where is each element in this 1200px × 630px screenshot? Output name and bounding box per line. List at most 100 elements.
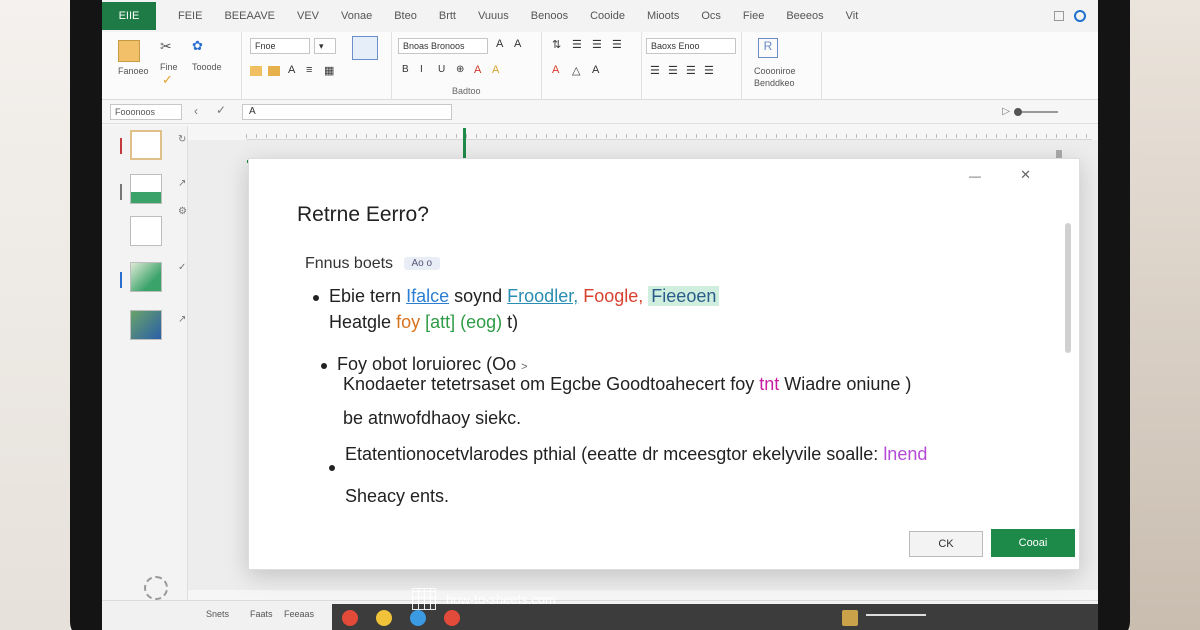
mail-icon[interactable] bbox=[410, 610, 426, 626]
highlight-icon[interactable] bbox=[250, 66, 262, 76]
ok-button[interactable]: CK bbox=[909, 531, 983, 557]
outline-icon[interactable]: ☰ bbox=[686, 64, 700, 77]
bullet-2-line-2: Knodaeter tetetrsaset om Egcbe Goodtoahe… bbox=[343, 371, 911, 397]
style-gallery-select[interactable]: Baoxs Enoo bbox=[646, 38, 736, 54]
bullet-1-text-b: soynd bbox=[454, 286, 503, 306]
indent-icon[interactable]: ☰ bbox=[572, 38, 586, 51]
bullet-dot-2 bbox=[321, 363, 327, 369]
watermark-text: how-to-sheets.com bbox=[446, 591, 556, 607]
slide-thumb-4[interactable] bbox=[130, 262, 162, 292]
font-size-select[interactable]: ▾ bbox=[314, 38, 336, 54]
background-right bbox=[1130, 0, 1200, 630]
paste-icon[interactable] bbox=[118, 40, 140, 62]
align-center-icon[interactable]: ☰ bbox=[592, 38, 606, 51]
formula-bar: Fooonoos ‹ ✓ A ▷ bbox=[102, 100, 1098, 124]
alert-a-icon[interactable]: A bbox=[552, 64, 566, 76]
help-icon[interactable] bbox=[144, 576, 168, 600]
files-icon[interactable] bbox=[376, 610, 392, 626]
spacing-icon[interactable]: ☰ bbox=[704, 64, 718, 77]
tab-ocs[interactable]: Ocs bbox=[701, 10, 721, 22]
slide-expand-icon[interactable]: ↻ bbox=[178, 134, 186, 145]
slide-link-icon[interactable]: ↗ bbox=[178, 314, 186, 325]
sheet-tab-1[interactable]: Snets bbox=[206, 609, 229, 619]
text-clear-icon[interactable]: ≡ bbox=[306, 64, 320, 76]
tab-vit[interactable]: Vit bbox=[846, 10, 859, 22]
bullet-1-link-c[interactable]: Foogle, bbox=[583, 286, 643, 306]
font-color-icon[interactable]: A bbox=[474, 64, 488, 76]
tab-tools[interactable]: Benoos bbox=[531, 10, 568, 22]
underline-icon[interactable]: U bbox=[438, 64, 452, 76]
strike-icon[interactable]: ⊕ bbox=[456, 64, 470, 76]
tab-macros[interactable]: Mioots bbox=[647, 10, 679, 22]
list-numbers-icon[interactable]: ☰ bbox=[668, 64, 682, 77]
text-effects-icon[interactable]: A bbox=[592, 64, 606, 76]
name-box[interactable]: Fooonoos bbox=[110, 104, 182, 120]
slide-thumb-3[interactable] bbox=[130, 216, 162, 246]
zoom-minus-icon[interactable]: ▷ bbox=[1002, 106, 1010, 117]
font-grow-icon[interactable]: A bbox=[496, 38, 510, 50]
chrome-icon[interactable] bbox=[342, 610, 358, 626]
tab-boxes[interactable]: Beeeos bbox=[786, 10, 823, 22]
slide-thumb-2[interactable] bbox=[130, 174, 162, 204]
italic-icon[interactable]: I bbox=[420, 64, 434, 76]
tab-view[interactable]: VEV bbox=[297, 10, 319, 22]
bold-icon[interactable]: B bbox=[402, 64, 416, 76]
browser-icon[interactable] bbox=[444, 610, 460, 626]
tab-insert[interactable]: BEEAAVE bbox=[224, 10, 275, 22]
copy-label: Fine bbox=[160, 62, 178, 72]
slide-thumb-1[interactable] bbox=[130, 130, 162, 160]
text-style-icon[interactable]: A bbox=[288, 64, 302, 76]
tab-home[interactable]: FEIE bbox=[178, 10, 202, 22]
slide-move-icon[interactable]: ↗ bbox=[178, 178, 186, 189]
tray-icon[interactable] bbox=[842, 610, 858, 626]
font-shrink-icon[interactable]: A bbox=[514, 38, 528, 50]
sheet-tab-3[interactable]: Feeaas bbox=[284, 609, 314, 619]
restore-icon[interactable] bbox=[1054, 11, 1064, 21]
checkmark-icon[interactable]: ✓ bbox=[162, 72, 176, 87]
tab-file[interactable]: EIIE bbox=[102, 2, 156, 30]
account-icon[interactable] bbox=[1074, 10, 1086, 22]
subtitle-chip[interactable]: Ao o bbox=[403, 257, 441, 271]
border-icon[interactable]: ▦ bbox=[324, 64, 338, 77]
volume-slider[interactable] bbox=[866, 614, 926, 616]
tab-files[interactable]: Fiee bbox=[743, 10, 764, 22]
slide-marker-2 bbox=[120, 184, 122, 200]
slide-marker-4 bbox=[120, 272, 122, 288]
sort-icon[interactable]: ⇅ bbox=[552, 38, 566, 51]
format-painter-icon[interactable]: ✿ bbox=[192, 38, 206, 53]
close-icon[interactable]: ✕ bbox=[1020, 167, 1031, 183]
font-name-select[interactable]: Fnoe bbox=[250, 38, 310, 54]
tab-code[interactable]: Cooide bbox=[590, 10, 625, 22]
tab-data[interactable]: Bteo bbox=[394, 10, 417, 22]
slide-thumb-5[interactable] bbox=[130, 310, 162, 340]
fill-icon[interactable] bbox=[268, 66, 280, 76]
bullet-1-link-b[interactable]: Froodler, bbox=[507, 286, 578, 306]
formula-input[interactable]: A bbox=[242, 104, 452, 120]
table-icon[interactable] bbox=[352, 36, 378, 60]
bullet-1-highlight[interactable]: Fieeoen bbox=[648, 286, 720, 306]
sheet-tab-2[interactable]: Faats bbox=[250, 609, 273, 619]
editing-icon[interactable]: R bbox=[758, 38, 778, 58]
slide-settings-icon[interactable]: ⚙ bbox=[178, 206, 187, 217]
minimize-icon[interactable]: — bbox=[969, 169, 981, 183]
bullet-2-magenta-text: tnt bbox=[759, 374, 780, 394]
tab-formulas[interactable]: Vuuus bbox=[478, 10, 509, 22]
back-icon[interactable]: ‹ bbox=[194, 104, 198, 118]
slide-edit-icon[interactable]: ✓ bbox=[178, 262, 186, 273]
subtitle-text: Fnnus boets bbox=[305, 255, 394, 272]
zoom-slider[interactable] bbox=[1014, 107, 1058, 116]
cancel-button[interactable]: Cooai bbox=[991, 529, 1075, 557]
confirm-icon[interactable]: ✓ bbox=[216, 103, 226, 117]
align-right-icon[interactable]: ☰ bbox=[612, 38, 626, 51]
bullet-dot-3 bbox=[329, 465, 335, 471]
cut-icon[interactable]: ✂ bbox=[160, 38, 174, 54]
tab-review[interactable]: Brtt bbox=[439, 10, 456, 22]
highlight-color-icon[interactable]: A bbox=[492, 64, 506, 76]
bullet-1-link-a[interactable]: Ifalce bbox=[406, 286, 449, 306]
dialog-scrollbar[interactable] bbox=[1065, 223, 1071, 353]
style-select[interactable]: Bnoas Bronoos bbox=[398, 38, 488, 54]
warning-icon[interactable]: △ bbox=[572, 64, 586, 77]
slide-marker-1 bbox=[120, 138, 122, 154]
tab-layout[interactable]: Vonae bbox=[341, 10, 372, 22]
list-bullets-icon[interactable]: ☰ bbox=[650, 64, 664, 77]
